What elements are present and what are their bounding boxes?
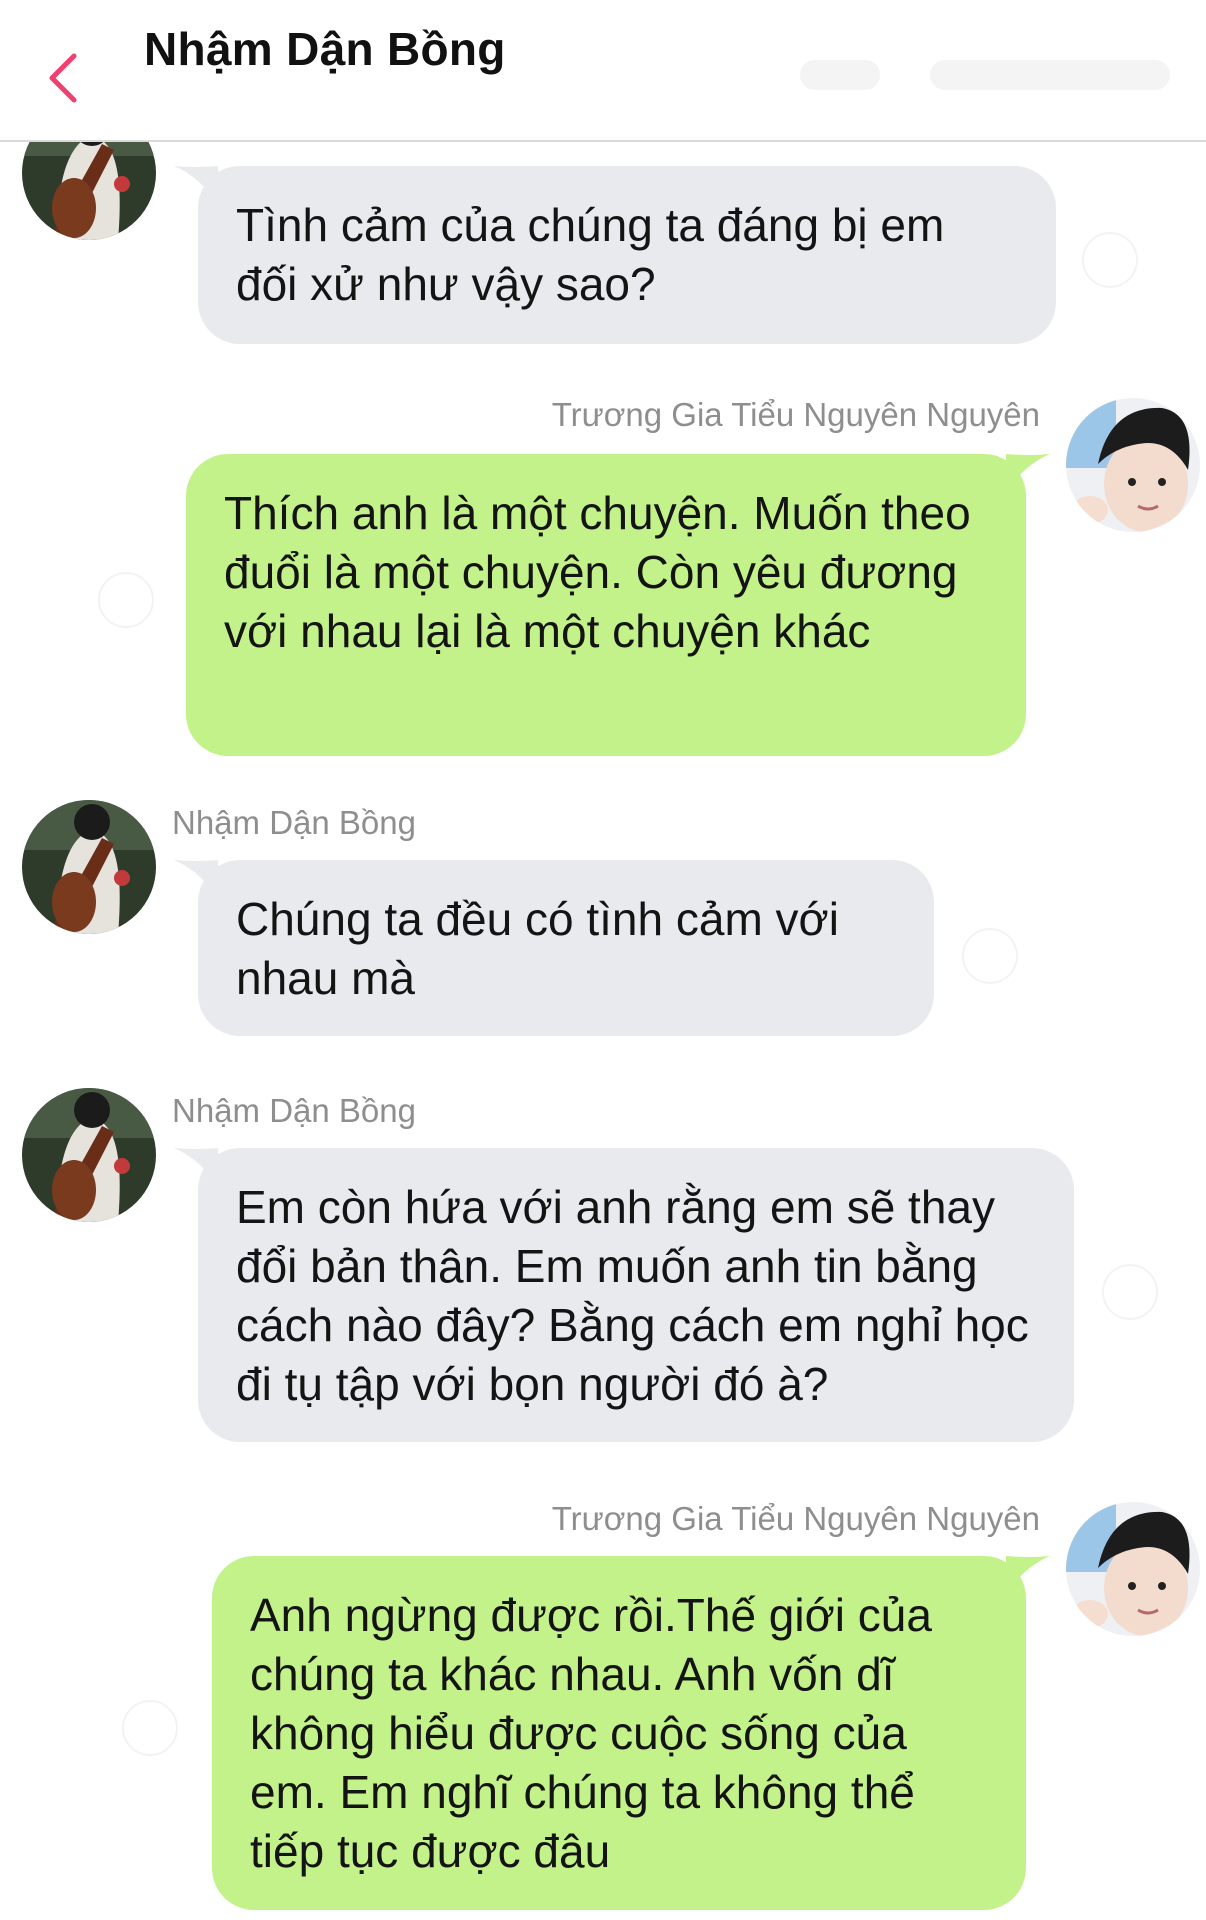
message-text: Tình cảm của chúng ta đáng bị em đối xử … — [236, 199, 945, 310]
header-blur-left — [800, 60, 880, 90]
selfie-avatar[interactable] — [1066, 398, 1200, 532]
reaction-button[interactable] — [1102, 1264, 1158, 1320]
chat-header: Nhậm Dận Bồng — [0, 0, 1206, 142]
message-text: Em còn hứa với anh rằng em sẽ thay đổi b… — [236, 1181, 1029, 1410]
bubble-tail — [174, 166, 218, 206]
bubble-tail — [1006, 454, 1050, 494]
sender-name: Nhậm Dận Bồng — [172, 1092, 416, 1129]
message-text: Anh ngừng được rồi.Thế giới của chúng ta… — [250, 1589, 932, 1877]
selfie-avatar[interactable] — [1066, 1502, 1200, 1636]
message-text: Chúng ta đều có tình cảm với nhau mà — [236, 893, 839, 1004]
reaction-button[interactable] — [962, 928, 1018, 984]
reaction-button[interactable] — [122, 1700, 178, 1756]
message-list: Tình cảm của chúng ta đáng bị em đối xử … — [0, 0, 1206, 1920]
bubble-tail — [1006, 1556, 1050, 1596]
chat-title: Nhậm Dận Bồng — [144, 23, 506, 75]
message-bubble[interactable]: Chúng ta đều có tình cảm với nhau mà — [174, 860, 934, 1036]
header-blur-right — [930, 60, 1170, 90]
bubble-tail — [174, 1148, 218, 1188]
back-button[interactable] — [38, 44, 94, 112]
bubble-tail — [174, 860, 218, 900]
cellist-avatar[interactable] — [22, 800, 156, 934]
reaction-button[interactable] — [1082, 232, 1138, 288]
message-bubble[interactable]: Tình cảm của chúng ta đáng bị em đối xử … — [174, 166, 1056, 344]
message-text: Thích anh là một chuyện. Muốn theo đuổi … — [224, 487, 971, 657]
sender-name: Trương Gia Tiểu Nguyên Nguyên — [551, 396, 1040, 433]
sender-name: Trương Gia Tiểu Nguyên Nguyên — [551, 1500, 1040, 1537]
reaction-button[interactable] — [98, 572, 154, 628]
cellist-avatar[interactable] — [22, 1088, 156, 1222]
message-bubble[interactable]: Anh ngừng được rồi.Thế giới của chúng ta… — [212, 1556, 1050, 1910]
message-bubble[interactable]: Thích anh là một chuyện. Muốn theo đuổi … — [186, 454, 1050, 756]
chevron-left-icon — [49, 53, 77, 103]
sender-name: Nhậm Dận Bồng — [172, 804, 416, 841]
message-bubble[interactable]: Em còn hứa với anh rằng em sẽ thay đổi b… — [174, 1148, 1074, 1442]
